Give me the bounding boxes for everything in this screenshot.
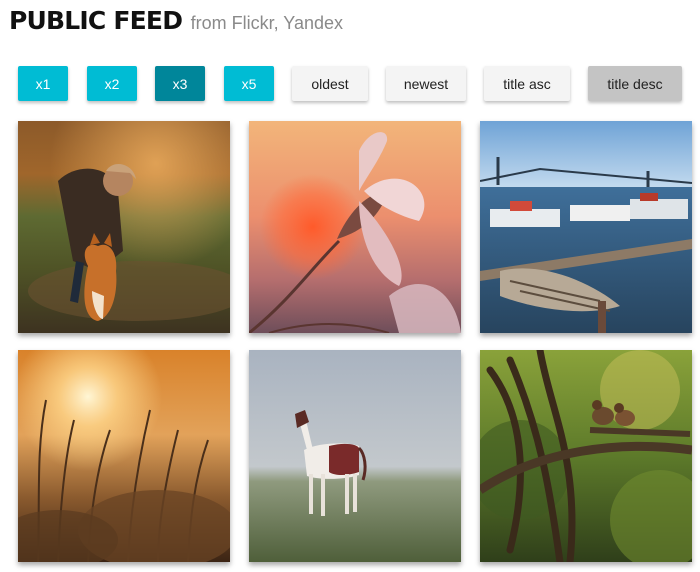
photo-child-with-cat-image: [18, 121, 230, 333]
photo-ducks-on-branch[interactable]: [480, 350, 692, 562]
photo-flower-sunset[interactable]: [249, 121, 461, 333]
photo-child-with-cat[interactable]: [18, 121, 230, 333]
photo-harbor-boats[interactable]: [480, 121, 692, 333]
photo-flower-sunset-image: [249, 121, 461, 333]
photo-harbor-boats-image: [480, 121, 692, 333]
photo-horse-in-fog[interactable]: [249, 350, 461, 562]
photo-grid: [0, 0, 700, 572]
photo-sunset-grass-image: [18, 350, 230, 562]
photo-sunset-grass[interactable]: [18, 350, 230, 562]
photo-ducks-on-branch-image: [480, 350, 692, 562]
photo-horse-in-fog-image: [249, 350, 461, 562]
